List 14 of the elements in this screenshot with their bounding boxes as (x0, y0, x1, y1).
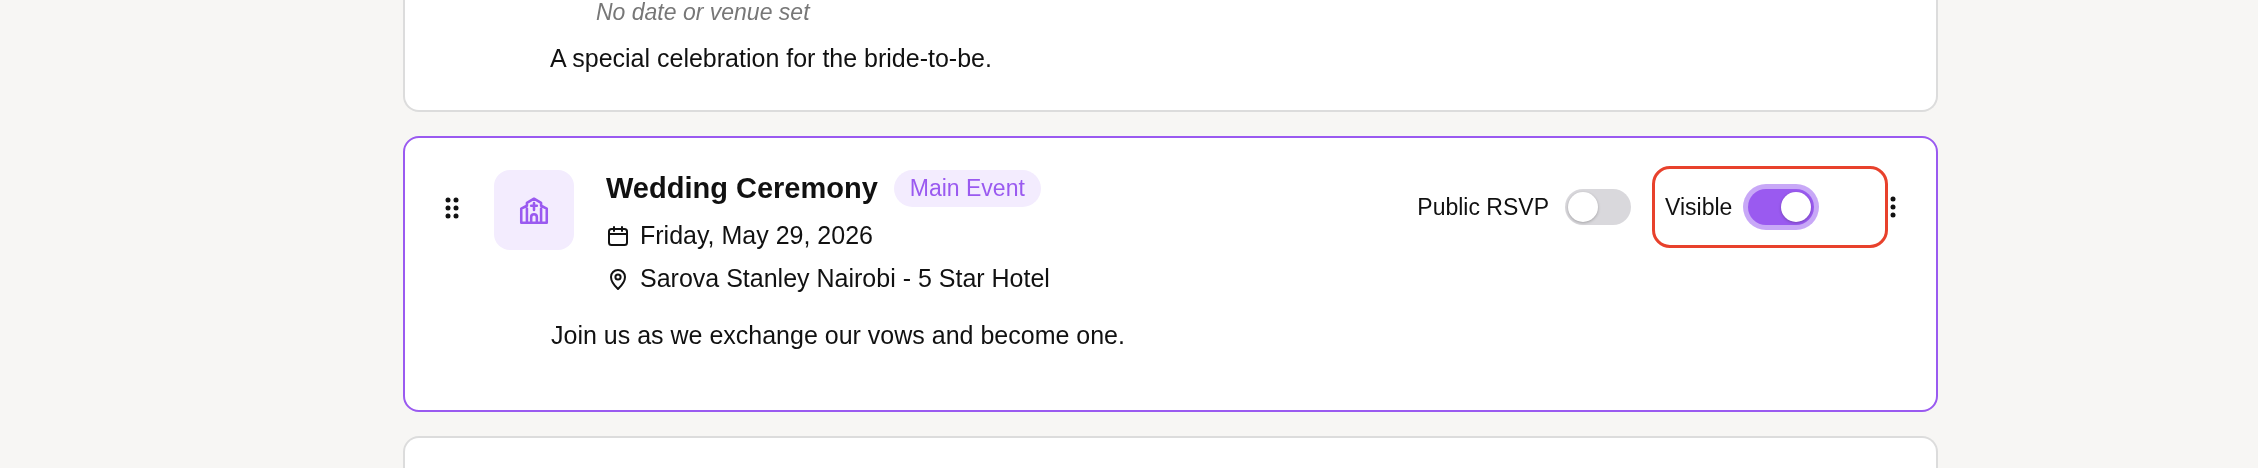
event-date: Friday, May 29, 2026 (640, 221, 873, 250)
calendar-icon (606, 223, 630, 248)
drag-handle-icon[interactable] (445, 197, 459, 219)
event-note: No date or venue set (595, 0, 812, 24)
toggle-label: Visible (1665, 193, 1733, 221)
event-title: Wedding Ceremony (606, 172, 878, 205)
toggle-switch[interactable] (1565, 189, 1631, 225)
event-description: A special celebration for the bride-to-be. (550, 44, 993, 73)
more-options-icon[interactable] (1890, 196, 1896, 218)
toggle-label: Public RSVP (1417, 193, 1549, 221)
event-location: Sarova Stanley Nairobi - 5 Star Hotel (640, 264, 1050, 293)
event-badge: Main Event (893, 170, 1041, 207)
event-card[interactable]: Wedding Ceremony Main Event Friday, May 29, 2026 Sarova Stanley Nairobi - 5 Star Hotel Public RSVP Visible Join us as we exchange our vows and become one. (403, 136, 1938, 412)
event-description: Join us as we exchange our vows and become one. (551, 321, 1126, 350)
